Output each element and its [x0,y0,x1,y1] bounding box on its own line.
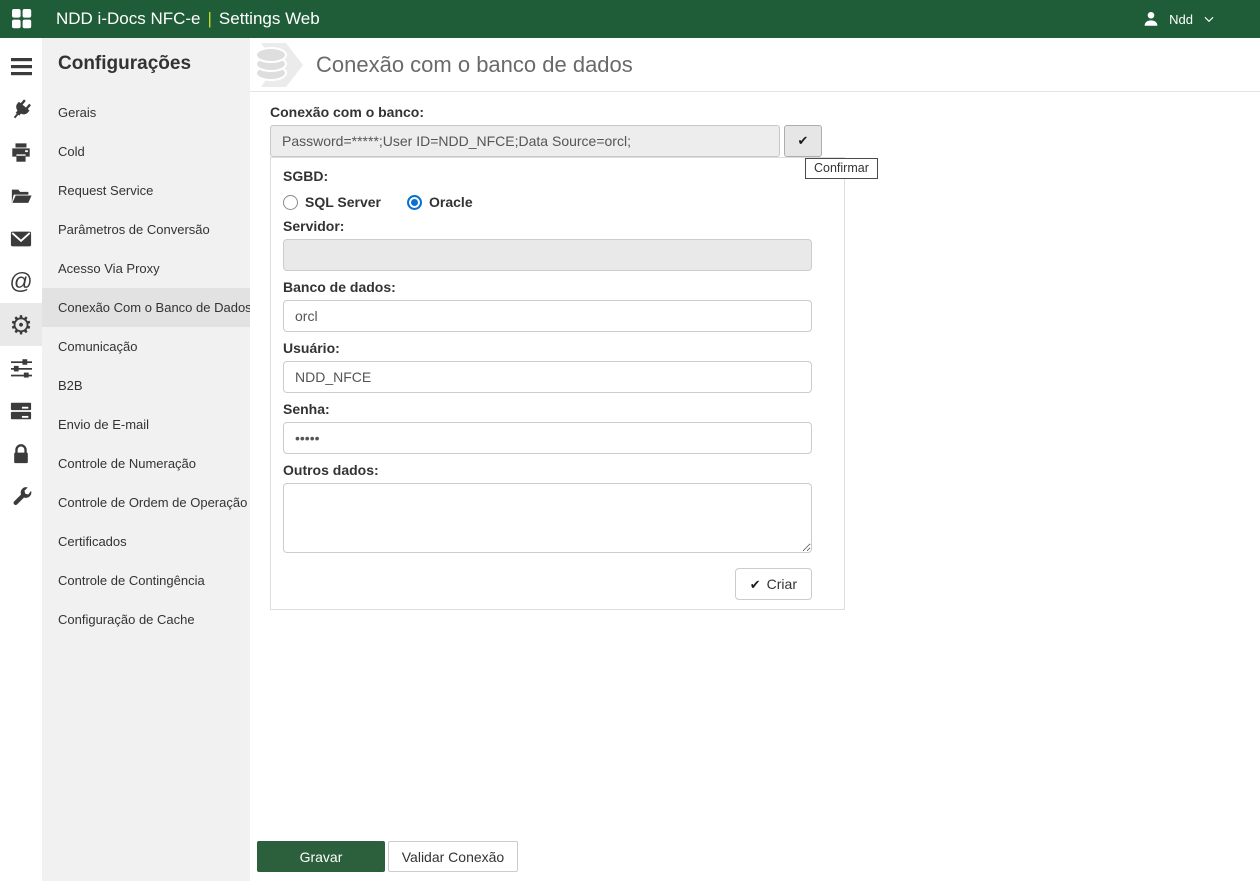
criar-button-label: Criar [766,575,797,592]
outros-dados-textarea[interactable] [283,483,812,553]
main-content: Conexão com o banco de dados Conexão com… [250,38,1260,881]
radio-sql-server[interactable]: SQL Server [283,194,381,210]
app-header: NDD i-Docs NFC-e | Settings Web Ndd [0,0,1260,38]
chevron-down-icon [1204,16,1214,23]
user-icon [1144,11,1158,26]
radio-label-oracle: Oracle [429,194,473,210]
usuario-label: Usuário: [283,340,340,356]
user-menu[interactable]: Ndd [1142,10,1244,28]
radio-circle-sql-server [283,194,298,210]
sgbd-label: SGBD: [283,168,329,184]
icon-rail: @ ⚙ [0,38,42,881]
envelope-icon[interactable] [0,217,42,260]
folder-open-icon[interactable] [0,174,42,217]
check-icon: ✔ [797,133,809,148]
at-sign-icon[interactable]: @ [0,260,42,303]
sidebar-item-controle-de-numeracao[interactable]: Controle de Numeração [42,444,250,483]
check-icon: ✔ [749,576,761,592]
app-logo-icon [12,9,32,29]
sidebar-item-controle-de-ordem-de-operacao[interactable]: Controle de Ordem de Operação [42,483,250,522]
radio-circle-oracle [407,194,423,210]
connection-string-input[interactable] [270,125,780,157]
connection-form: Conexão com o banco: ✔ Confirmar SGBD: S… [270,104,878,610]
gravar-button[interactable]: Gravar [257,841,385,872]
title-separator: | [207,9,212,28]
sidebar-item-request-service[interactable]: Request Service [42,171,250,210]
servidor-label: Servidor: [283,218,345,234]
sidebar-item-controle-de-contingencia[interactable]: Controle de Contingência [42,561,250,600]
outros-dados-label: Outros dados: [283,462,379,478]
page-header: Conexão com o banco de dados [250,38,1260,92]
criar-button[interactable]: ✔ Criar [734,568,812,600]
sidebar-title: Configurações [58,53,192,74]
sidebar-item-comunicacao[interactable]: Comunicação [42,327,250,366]
criar-row: ✔ Criar [283,568,812,600]
sgbd-radio-group: SQL Server Oracle [283,194,812,210]
confirm-tooltip: Confirmar [805,158,878,179]
connection-string-row: ✔ [270,125,822,157]
wrench-icon[interactable] [0,475,42,518]
connection-string-label: Conexão com o banco: [270,104,425,120]
senha-input[interactable] [283,422,812,454]
server-icon[interactable] [0,389,42,432]
usuario-input[interactable] [283,361,812,393]
connection-detail-panel: SGBD: SQL Server Oracle Servidor: Banco … [270,157,845,610]
sidebar-item-parametros-de-conversao[interactable]: Parâmetros de Conversão [42,210,250,249]
radio-label-sql-server: SQL Server [305,194,382,210]
sidebar-item-b2b[interactable]: B2B [42,366,250,405]
plug-icon[interactable] [0,88,42,131]
sliders-icon[interactable] [0,346,42,389]
sidebar-item-envio-de-email[interactable]: Envio de E-mail [42,405,250,444]
database-icon [255,42,303,87]
sidebar-item-cold[interactable]: Cold [42,132,250,171]
banco-label: Banco de dados: [283,279,396,295]
printer-icon[interactable] [0,131,42,174]
confirm-button[interactable]: ✔ [784,125,822,157]
app-title: NDD i-Docs NFC-e | Settings Web [56,9,320,28]
senha-label: Senha: [283,401,330,417]
sidebar-menu: Gerais Cold Request Service Parâmetros d… [42,93,250,639]
bottom-actions: Gravar Validar Conexão [257,841,518,872]
sidebar-item-gerais[interactable]: Gerais [42,93,250,132]
user-name: Ndd [1169,11,1193,27]
settings-sidebar: Configurações Gerais Cold Request Servic… [42,38,250,881]
sidebar-item-acesso-via-proxy[interactable]: Acesso Via Proxy [42,249,250,288]
radio-oracle[interactable]: Oracle [407,194,473,210]
sidebar-item-configuracao-de-cache[interactable]: Configuração de Cache [42,600,250,639]
page-title: Conexão com o banco de dados [316,51,633,77]
menu-icon[interactable] [0,45,42,88]
servidor-input [283,239,812,271]
sidebar-item-certificados[interactable]: Certificados [42,522,250,561]
validar-conexao-button[interactable]: Validar Conexão [388,841,518,872]
lock-icon[interactable] [0,432,42,475]
sidebar-item-conexao-com-o-banco-de-dados[interactable]: Conexão Com o Banco de Dados [42,288,250,327]
banco-input[interactable] [283,300,812,332]
gear-icon[interactable]: ⚙ [0,303,42,346]
